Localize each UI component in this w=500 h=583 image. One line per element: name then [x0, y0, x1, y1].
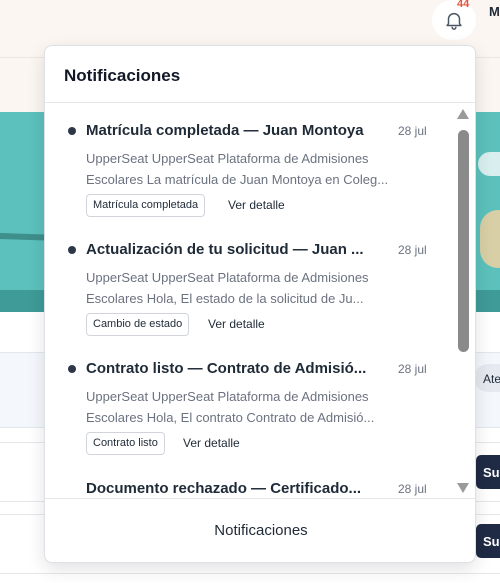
unread-dot — [68, 365, 76, 373]
notification-body: UpperSeat UpperSeat Plataforma de Admisi… — [86, 267, 401, 309]
tree-illustration — [480, 210, 500, 268]
notification-title: Contrato listo — Contrato de Admisió... — [86, 360, 367, 377]
notification-tag: Cambio de estado — [86, 313, 190, 336]
view-detail-link[interactable]: Ver detalle — [208, 317, 265, 331]
notification-tag: Contrato listo — [86, 432, 165, 455]
notification-body-line: Escolares La matrícula de Juan Montoya e… — [86, 172, 389, 187]
scroll-down-arrow-icon[interactable] — [456, 482, 470, 494]
notification-date: 28 jul — [398, 362, 427, 376]
notification-title: Matrícula completada — Juan Montoya — [86, 122, 364, 139]
notification-count-badge: 44 — [457, 0, 470, 10]
view-detail-link[interactable]: Ver detalle — [228, 198, 285, 212]
notification-date: 28 jul — [398, 482, 427, 496]
bell-icon — [446, 12, 462, 30]
view-detail-link[interactable]: Ver detalle — [183, 436, 240, 450]
scroll-up-arrow-icon[interactable] — [456, 108, 470, 120]
notification-title: Documento rechazado — Certificado... — [86, 480, 362, 497]
notifications-dropdown: Notificaciones Matrícula completada — Ju… — [44, 45, 476, 563]
notification-body-line: Escolares Hola, El estado de la solicitu… — [86, 291, 364, 306]
notification-date: 28 jul — [398, 243, 427, 257]
notification-body-line: UpperSeat UpperSeat Plataforma de Admisi… — [86, 151, 369, 166]
unread-dot — [68, 127, 76, 135]
scrollbar-thumb[interactable] — [458, 130, 469, 352]
notification-body-line: UpperSeat UpperSeat Plataforma de Admisi… — [86, 389, 369, 404]
notification-date: 28 jul — [398, 124, 427, 138]
notification-title: Actualización de tu solicitud — Juan ... — [86, 241, 364, 258]
user-menu-initial[interactable]: M — [489, 4, 500, 19]
background-submit-button[interactable]: Su — [476, 455, 500, 489]
background-submit-button[interactable]: Su — [476, 524, 500, 558]
dropdown-title: Notificaciones — [45, 46, 475, 103]
notification-body: UpperSeat UpperSeat Plataforma de Admisi… — [86, 148, 401, 190]
background-status-pill: Ate — [474, 364, 500, 392]
view-all-notifications-button[interactable]: Notificaciones — [45, 498, 475, 562]
unread-dot — [68, 246, 76, 254]
notifications-bell-button[interactable] — [432, 0, 476, 40]
notification-list[interactable]: Matrícula completada — Juan Montoya 28 j… — [45, 103, 475, 498]
notification-body: UpperSeat UpperSeat Plataforma de Admisi… — [86, 386, 401, 428]
notification-body-line: Escolares Hola, El contrato Contrato de … — [86, 410, 375, 425]
notification-body-line: UpperSeat UpperSeat Plataforma de Admisi… — [86, 270, 369, 285]
cloud-illustration — [478, 152, 500, 176]
notification-tag: Matrícula completada — [86, 194, 206, 217]
